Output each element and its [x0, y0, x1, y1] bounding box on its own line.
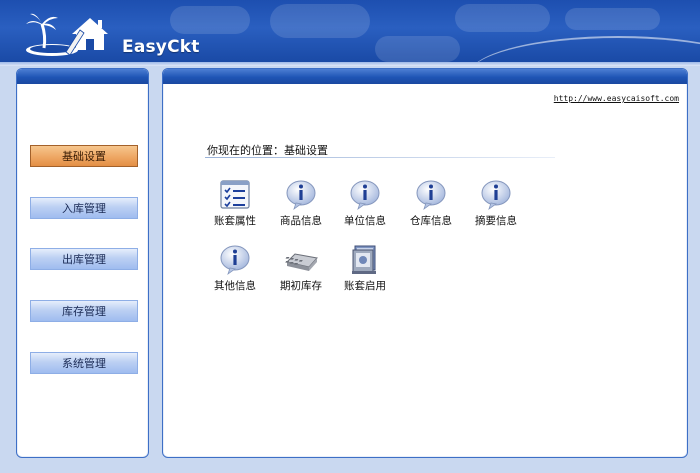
banner-decoration	[270, 4, 370, 38]
other-info-item[interactable]: 其他信息	[205, 244, 265, 304]
account-properties-item[interactable]: 账套属性	[205, 179, 265, 239]
account-enable-item[interactable]: 账套启用	[335, 244, 395, 304]
sidebar-item-label: 基础设置	[62, 150, 106, 163]
banner-divider	[0, 62, 700, 66]
banner-decoration	[375, 36, 460, 62]
warehouse-info-item[interactable]: 仓库信息	[401, 179, 461, 239]
summary-info-item[interactable]: 摘要信息	[466, 179, 526, 239]
sidebar-item-inbound[interactable]: 入库管理	[30, 197, 138, 219]
header-banner: EasyCkt	[0, 0, 700, 62]
info-icon	[218, 244, 252, 276]
sidebar-title-bar	[17, 69, 148, 84]
item-label: 账套属性	[214, 215, 256, 227]
breadcrumb-divider	[205, 157, 555, 158]
info-icon	[348, 179, 382, 211]
info-icon	[479, 179, 513, 211]
sidebar-panel: 基础设置 入库管理 出库管理 库存管理 系统管理	[16, 68, 149, 458]
banner-decoration	[565, 8, 660, 30]
sidebar-item-outbound[interactable]: 出库管理	[30, 248, 138, 270]
app-title: EasyCkt	[122, 37, 200, 57]
app-logo-icon	[22, 8, 122, 58]
unit-info-item[interactable]: 单位信息	[335, 179, 395, 239]
item-label: 仓库信息	[410, 215, 452, 227]
book-stack-icon	[348, 244, 382, 276]
item-label: 期初库存	[280, 280, 322, 292]
sidebar-item-system[interactable]: 系统管理	[30, 352, 138, 374]
main-title-bar	[163, 69, 687, 84]
banner-decoration	[170, 6, 250, 34]
item-label: 单位信息	[344, 215, 386, 227]
item-label: 账套启用	[344, 280, 386, 292]
product-info-item[interactable]: 商品信息	[271, 179, 331, 239]
info-icon	[284, 179, 318, 211]
sidebar-item-label: 出库管理	[62, 253, 106, 266]
item-label: 摘要信息	[475, 215, 517, 227]
sidebar-item-label: 库存管理	[62, 305, 106, 318]
sidebar-item-inventory[interactable]: 库存管理	[30, 300, 138, 322]
website-link[interactable]: http://www.easycaisoft.com	[554, 94, 679, 103]
sidebar-item-label: 系统管理	[62, 357, 106, 370]
keyboard-icon	[284, 244, 318, 276]
info-icon	[414, 179, 448, 211]
opening-stock-item[interactable]: 期初库存	[271, 244, 331, 304]
checklist-icon	[218, 179, 252, 211]
breadcrumb: 你现在的位置：基础设置	[207, 144, 328, 157]
sidebar-item-basic-settings[interactable]: 基础设置	[30, 145, 138, 167]
sidebar-item-label: 入库管理	[62, 202, 106, 215]
banner-decoration	[455, 4, 550, 32]
banner-arc-decoration	[468, 36, 700, 62]
item-label: 商品信息	[280, 215, 322, 227]
item-label: 其他信息	[214, 280, 256, 292]
main-panel: http://www.easycaisoft.com 你现在的位置：基础设置 账…	[162, 68, 688, 458]
